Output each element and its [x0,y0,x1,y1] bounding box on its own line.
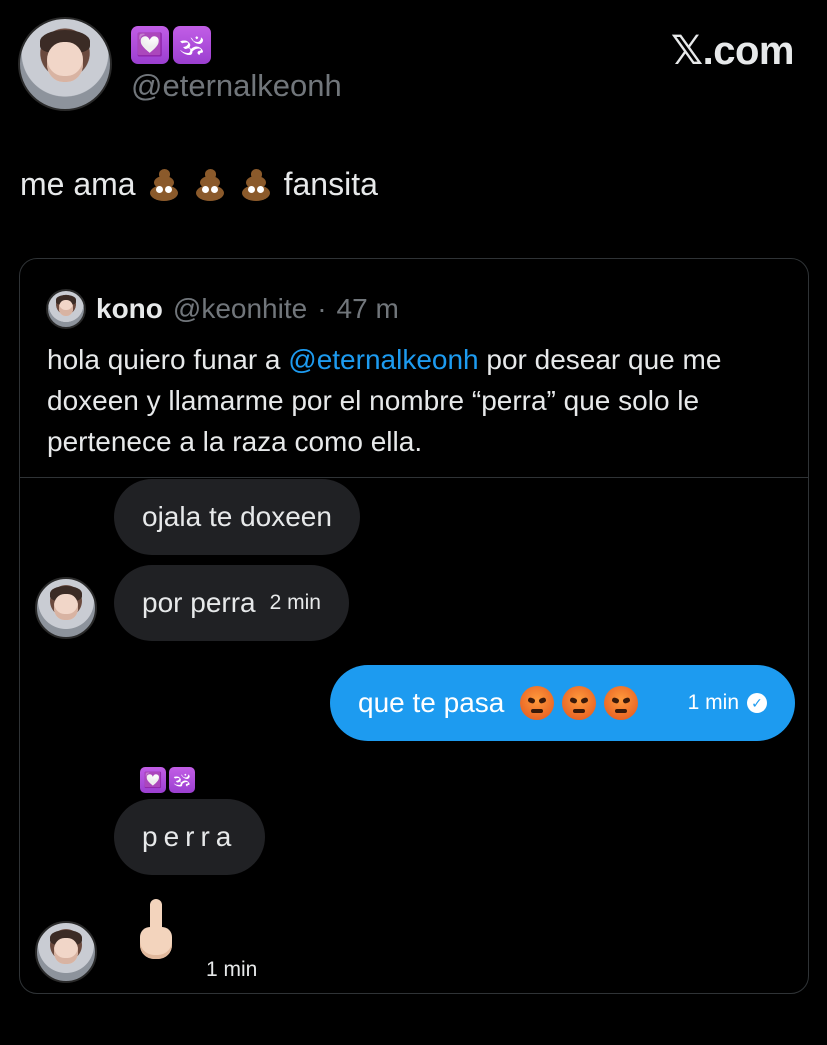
middle-finger-icon [136,899,176,965]
check-icon: ✓ [747,693,767,713]
tweet-text-end: fansita [283,166,378,202]
quote-separator: · [317,293,327,324]
quote-divider [20,477,808,478]
tweet-text-start: me ama [20,166,136,202]
quote-time: 47 m [336,293,399,324]
avatar-face [58,300,74,317]
quote-author-name[interactable]: kono [96,293,163,325]
chat-avatar[interactable] [35,577,97,639]
received-message-1: ojala te doxeen [114,479,360,555]
received-message-3: perra [114,799,266,875]
avatar-face [54,938,78,964]
avatar-face [54,594,78,620]
author-handle[interactable]: @eternalkeonh [131,68,342,104]
sent-message: que te pasa 1 min ✓ [330,665,795,741]
quote-body-before: hola quiero funar a [47,344,289,375]
om-icon: 🕉 [173,26,211,64]
poop-emoji-icon [146,167,182,203]
sent-time-group: 1 min ✓ [688,691,767,715]
quote-author-handle[interactable]: @keonhite [173,293,307,325]
angry-face-icon [520,686,555,720]
heart-decoration-icon: 💟 [131,26,169,64]
received-message-2: por perra 2 min [114,565,349,641]
message-text: por perra [142,587,256,618]
sent-message-time: 1 min [687,691,739,714]
tweet-text: me ama fansita [20,166,378,203]
quote-body: hola quiero funar a @eternalkeonh por de… [47,339,777,462]
author-avatar[interactable] [18,17,112,111]
angry-face-icon [604,686,639,720]
message-text: perra [142,821,238,852]
angry-face-icon [562,686,597,720]
om-icon: 🕉 [169,767,195,793]
sent-message-text: que te pasa [358,687,505,718]
message-time: 1 min [206,958,258,981]
quoted-tweet[interactable]: kono @keonhite · 47 m hola quiero funar … [19,258,809,994]
chat-avatar[interactable] [35,921,97,983]
message-time: 2 min [269,591,321,614]
message-text: ojala te doxeen [142,501,332,532]
author-badges: 💟 🕉 [131,26,211,64]
quote-mention-link[interactable]: @eternalkeonh [288,344,478,375]
poop-emoji-icon [238,167,274,203]
avatar-face [47,42,83,82]
quote-avatar[interactable] [46,289,86,329]
x-watermark: 𝕏.com [670,29,795,73]
finger-fist [140,927,172,959]
quote-header: kono @keonhite · 47 m [46,289,399,329]
heart-decoration-icon: 💟 [140,767,166,793]
angry-emojis [512,686,639,720]
chat-sender-badges: 💟 🕉 [140,767,195,793]
poop-emoji-icon [192,167,228,203]
